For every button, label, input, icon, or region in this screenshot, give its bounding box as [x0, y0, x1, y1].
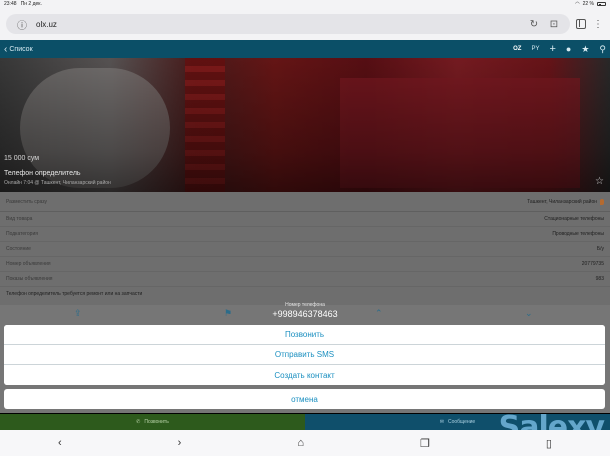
battery-percent: 22 % — [582, 1, 594, 7]
browser-back-icon[interactable]: ‹ — [58, 437, 62, 449]
more-icon[interactable]: ⋮ — [592, 19, 604, 30]
lang-uz[interactable]: OZ — [513, 46, 521, 52]
listing-title: Телефон определитель — [4, 170, 81, 177]
envelope-icon: ✉ — [439, 419, 444, 425]
back-label: Список — [9, 45, 33, 53]
bottom-call-button[interactable]: ✆ Позвонить — [0, 414, 305, 430]
bottom-message-label: Сообщение — [447, 419, 476, 425]
trash-icon[interactable]: ▯ — [546, 437, 552, 450]
lang-ru[interactable]: PY — [531, 46, 539, 52]
detail-key: Состояние — [6, 246, 31, 252]
location-label: Разместить сразу — [6, 198, 48, 205]
call-button[interactable]: Позвонить — [4, 325, 605, 345]
search-icon[interactable]: ⚲ — [599, 44, 606, 55]
url-field[interactable]: ⓘ olx.uz ↻ ⊡ — [6, 14, 570, 34]
photo-overlay — [0, 58, 610, 192]
star-icon[interactable]: ★ — [581, 44, 589, 55]
location-row[interactable]: Разместить сразу Ташкент, Чиланзарский р… — [0, 192, 610, 212]
status-time-date: 23:48 Пн 2 дек. — [4, 1, 575, 7]
detail-row: Показы объявления 983 — [0, 272, 610, 287]
listing-photo[interactable]: 15 000 сум Телефон определитель Онлайн 7… — [0, 58, 610, 192]
location-value: Ташкент, Чиланзарский район — [527, 198, 597, 205]
plus-icon[interactable]: + — [549, 43, 555, 55]
phone-icon: ✆ — [136, 419, 141, 425]
favorite-star-icon[interactable]: ☆ — [595, 176, 604, 187]
cancel-button[interactable]: отмена — [4, 389, 605, 409]
detail-value: Б/у — [596, 246, 604, 252]
listing-details: Разместить сразу Ташкент, Чиланзарский р… — [0, 192, 610, 305]
browser-toolbar: ‹ › ⌂ ❐ ▯ — [0, 430, 610, 456]
detail-value: Стационарные телефоны — [544, 216, 604, 222]
detail-key: Номер объявления — [6, 261, 51, 267]
detail-value: Проводные телефоны — [552, 231, 604, 237]
detail-key: Показы объявления — [6, 276, 53, 282]
tabs-overview-icon[interactable]: ❐ — [420, 437, 430, 450]
reload-icon[interactable]: ↻ — [528, 19, 540, 30]
send-sms-button[interactable]: Отправить SMS — [4, 345, 605, 365]
detail-value: 983 — [595, 276, 604, 282]
phone-number: +998946378463 — [272, 309, 338, 319]
status-bar: 23:48 Пн 2 дек. ◠ 22 % — [0, 0, 610, 8]
action-sheet: Позвонить Отправить SMS Создать контакт — [4, 325, 605, 385]
detail-row: Вид товара Стационарные телефоны — [0, 212, 610, 227]
battery-icon — [597, 2, 606, 6]
status-time: 23:48 — [4, 1, 17, 7]
bottom-call-label: Позвонить — [144, 419, 169, 425]
status-date: Пн 2 дек. — [20, 1, 42, 7]
create-contact-button[interactable]: Создать контакт — [4, 365, 605, 385]
map-pin-icon — [600, 198, 604, 205]
detail-row: Подкатегория Проводные телефоны — [0, 227, 610, 242]
back-button[interactable]: ‹ Список — [4, 44, 513, 55]
detail-key: Вид товара — [6, 216, 33, 222]
phone-caption: Номер телефона — [285, 302, 325, 308]
action-sheet-header: Номер телефона +998946378463 — [0, 302, 610, 326]
listing-price: 15 000 сум — [4, 155, 40, 162]
info-icon[interactable]: ⓘ — [16, 17, 28, 32]
listing-description: Телефон определитель требуется ремонт ил… — [6, 291, 143, 297]
chevron-left-icon: ‹ — [4, 43, 8, 55]
browser-address-bar: ⓘ olx.uz ↻ ⊡ ⋮ — [0, 8, 610, 40]
listing-meta: Онлайн 7:04 @ Ташкент, Чиланзарский райо… — [4, 180, 111, 186]
detail-value: 20779735 — [581, 261, 604, 267]
user-icon[interactable]: ● — [566, 44, 571, 54]
detail-row: Состояние Б/у — [0, 242, 610, 257]
home-icon[interactable]: ⌂ — [297, 437, 304, 449]
detail-row: Номер объявления 20779735 — [0, 257, 610, 272]
browser-forward-icon[interactable]: › — [178, 437, 182, 449]
wifi-icon: ◠ — [575, 1, 580, 7]
url-text: olx.uz — [36, 19, 57, 29]
tabs-icon[interactable] — [576, 19, 586, 29]
bookmark-icon[interactable]: ⊡ — [548, 19, 560, 30]
detail-key: Подкатегория — [6, 231, 38, 237]
app-header: ‹ Список OZ PY + ● ★ ⚲ — [0, 40, 610, 58]
